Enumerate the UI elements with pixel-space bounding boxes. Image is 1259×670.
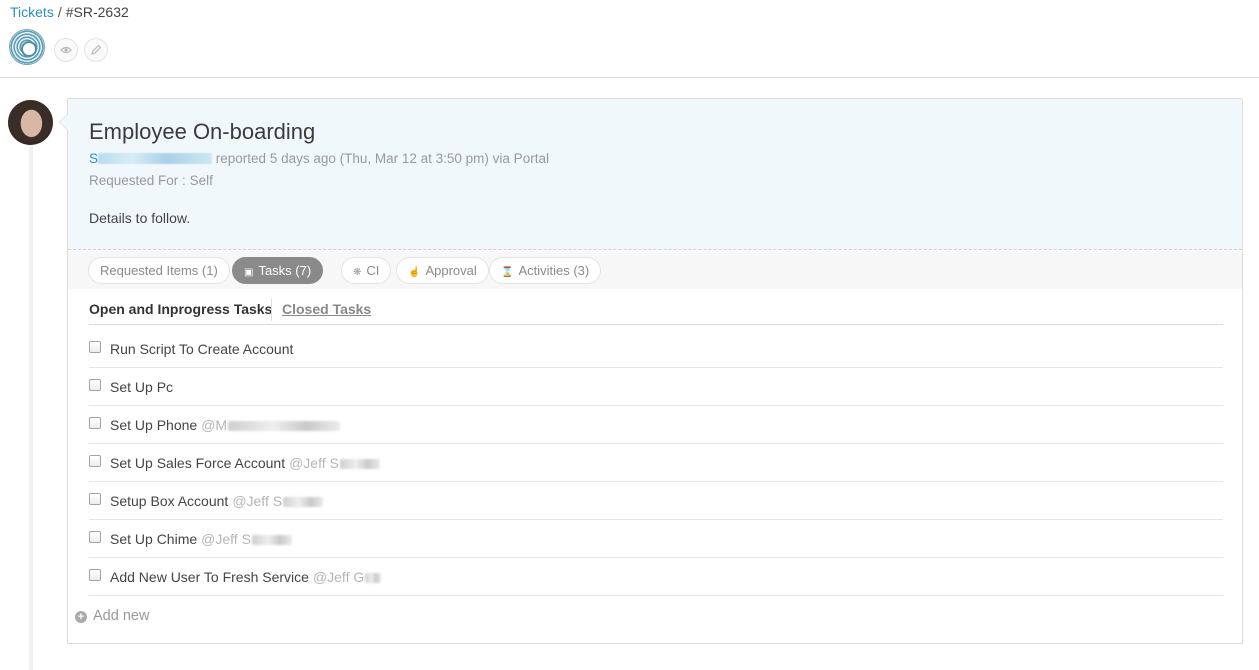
task-checkbox[interactable] bbox=[89, 455, 101, 467]
tab-label: Requested Items (1) bbox=[100, 263, 218, 278]
ticket-title: Employee On-boarding bbox=[89, 119, 316, 144]
closed-tasks-tab[interactable]: Closed Tasks bbox=[282, 301, 371, 317]
task-checkbox[interactable] bbox=[89, 493, 101, 505]
task-row: Set Up Chime @Jeff S bbox=[89, 520, 1223, 558]
reported-text: reported 5 days ago (Thu, Mar 12 at 3:50… bbox=[215, 151, 549, 166]
requested-for: Requested For : Self bbox=[89, 173, 213, 188]
task-title: Set Up Phone bbox=[110, 417, 198, 433]
header-divider bbox=[0, 77, 1259, 78]
tab-label: CI bbox=[366, 263, 380, 278]
tab-tasks[interactable]: ▣ Tasks (7) bbox=[232, 257, 324, 284]
task-title: Set Up Chime bbox=[110, 531, 198, 547]
task-checkbox[interactable] bbox=[89, 341, 101, 353]
ticket-header: Employee On-boarding S reported 5 days a… bbox=[68, 99, 1242, 250]
watch-button[interactable] bbox=[54, 38, 78, 62]
subtab-underline bbox=[89, 324, 1223, 325]
add-new-label: Add new bbox=[93, 608, 150, 624]
tab-activities[interactable]: ⌛ Activities (3) bbox=[489, 257, 602, 284]
task-assignee[interactable]: @Jeff S bbox=[289, 455, 339, 471]
task-name: Add New User To Fresh Service @Jeff G bbox=[110, 569, 382, 585]
ticket-description: Details to follow. bbox=[89, 210, 191, 226]
assignee-blurred bbox=[228, 421, 341, 431]
task-row: Set Up Phone @M bbox=[89, 406, 1223, 444]
task-assignee[interactable]: @Jeff S bbox=[201, 531, 251, 547]
task-name: Set Up Chime @Jeff S bbox=[110, 531, 292, 547]
task-name: Setup Box Account @Jeff S bbox=[110, 493, 324, 509]
requester-avatar-icon[interactable] bbox=[9, 29, 45, 65]
task-list: Run Script To Create Account Set Up Pc S… bbox=[89, 330, 1223, 596]
assignee-blurred bbox=[365, 573, 382, 583]
eye-icon bbox=[60, 46, 72, 54]
plus-icon: + bbox=[75, 611, 87, 623]
breadcrumb: Tickets / #SR-2632 bbox=[10, 4, 129, 20]
task-assignee[interactable]: @Jeff G bbox=[313, 569, 364, 585]
requested-for-label: Requested For : bbox=[89, 173, 186, 188]
breadcrumb-ticket-id: #SR-2632 bbox=[65, 4, 129, 20]
task-title: Run Script To Create Account bbox=[110, 341, 294, 357]
timeline-line bbox=[29, 140, 33, 670]
clipboard-icon: ▣ bbox=[244, 267, 254, 278]
tab-label: Tasks (7) bbox=[258, 263, 312, 278]
task-assignee[interactable]: @M bbox=[201, 417, 227, 433]
task-checkbox[interactable] bbox=[89, 417, 101, 429]
task-row: Setup Box Account @Jeff S bbox=[89, 482, 1223, 520]
task-title: Set Up Sales Force Account bbox=[110, 455, 286, 471]
task-row: Run Script To Create Account bbox=[89, 330, 1223, 368]
tab-requested-items[interactable]: Requested Items (1) bbox=[88, 257, 230, 284]
requested-for-value: Self bbox=[189, 173, 213, 188]
ticket-meta: S reported 5 days ago (Thu, Mar 12 at 3:… bbox=[89, 151, 549, 166]
task-checkbox[interactable] bbox=[89, 531, 101, 543]
tab-ci[interactable]: ❋ CI bbox=[341, 257, 392, 284]
hourglass-icon: ⌛ bbox=[501, 267, 514, 278]
pen-icon bbox=[91, 44, 102, 55]
edit-button[interactable] bbox=[84, 38, 108, 62]
breadcrumb-tickets-link[interactable]: Tickets bbox=[10, 4, 54, 20]
assignee-blurred bbox=[339, 459, 380, 469]
task-row: Add New User To Fresh Service @Jeff G bbox=[89, 558, 1223, 596]
cube-icon: ❋ bbox=[353, 267, 362, 278]
reporter-initial: S bbox=[89, 151, 99, 166]
task-title: Set Up Pc bbox=[110, 379, 174, 395]
task-title: Add New User To Fresh Service bbox=[110, 569, 309, 585]
task-checkbox[interactable] bbox=[89, 379, 101, 391]
add-new-task-button[interactable]: + Add new bbox=[75, 608, 149, 624]
task-name: Set Up Sales Force Account @Jeff S bbox=[110, 455, 380, 471]
reporter-avatar bbox=[8, 100, 53, 145]
open-tasks-tab[interactable]: Open and Inprogress Tasks bbox=[89, 301, 272, 317]
ticket-tabs: Requested Items (1) ▣ Tasks (7) ❋ CI ☝ Appr… bbox=[68, 251, 1242, 289]
task-checkbox[interactable] bbox=[89, 569, 101, 581]
tab-approval[interactable]: ☝ Approval bbox=[396, 257, 489, 284]
ticket-card: Employee On-boarding S reported 5 days a… bbox=[59, 98, 1243, 644]
task-name: Set Up Pc bbox=[110, 379, 173, 395]
task-name: Set Up Phone @M bbox=[110, 417, 341, 433]
task-title: Setup Box Account bbox=[110, 493, 229, 509]
breadcrumb-separator: / bbox=[57, 4, 62, 20]
thumbs-up-icon: ☝ bbox=[408, 267, 421, 278]
task-name: Run Script To Create Account bbox=[110, 341, 293, 357]
assignee-blurred bbox=[251, 535, 292, 545]
tab-label: Approval bbox=[425, 263, 477, 278]
task-row: Set Up Pc bbox=[89, 368, 1223, 406]
reporter-name-blurred bbox=[98, 153, 213, 164]
task-assignee[interactable]: @Jeff S bbox=[232, 493, 282, 509]
reporter-name-link[interactable]: S bbox=[89, 151, 213, 166]
task-row: Set Up Sales Force Account @Jeff S bbox=[89, 444, 1223, 482]
assignee-blurred bbox=[283, 497, 324, 507]
tab-label: Activities (3) bbox=[518, 263, 590, 278]
subtab-divider bbox=[271, 299, 272, 321]
